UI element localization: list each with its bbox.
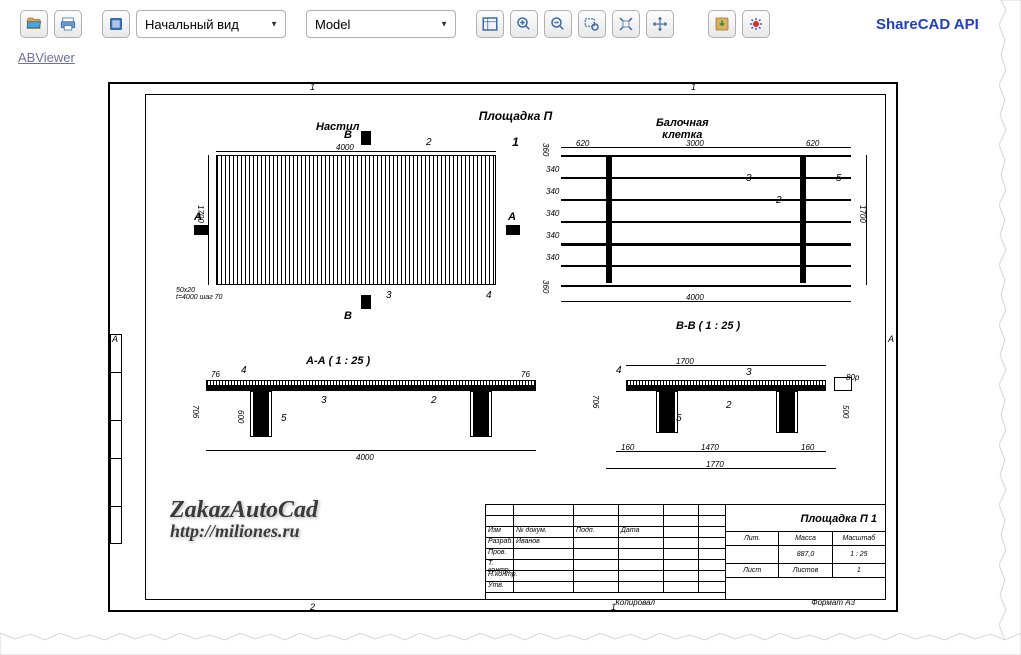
gear-icon — [747, 15, 765, 33]
section-mark-b-bot — [361, 295, 371, 309]
fullscreen-icon — [107, 15, 125, 33]
binding-strip — [110, 334, 122, 564]
fit-icon — [481, 15, 499, 33]
folder-open-icon — [25, 15, 43, 33]
dim-80p: 80р — [846, 373, 859, 382]
mark-a-r: А — [508, 211, 516, 223]
sharecad-api-link[interactable]: ShareCAD API — [876, 16, 979, 33]
layout-select-wrap: Model — [306, 10, 456, 38]
open-button[interactable] — [20, 10, 48, 38]
section-bb — [586, 380, 866, 475]
zoom-window-button[interactable] — [578, 10, 606, 38]
view2-title: Балочная клетка — [656, 117, 709, 141]
section-bb-title: В-В ( 1 : 25 ) — [676, 320, 740, 332]
leader-4-a: 4 — [486, 290, 492, 301]
zoom-out-icon — [549, 15, 567, 33]
drawing-main-title: Площадка П1 — [146, 109, 885, 123]
dim-340-1: 340 — [546, 165, 559, 174]
tb-copied: Копировал — [615, 598, 655, 607]
leader-2-aa: 2 — [431, 395, 437, 406]
save-icon — [713, 15, 731, 33]
view1-title: Настил — [316, 121, 360, 133]
zoom-in-button[interactable] — [510, 10, 538, 38]
dim-340-5: 340 — [546, 253, 559, 262]
dim-706a: 706 — [191, 405, 200, 418]
printer-icon — [59, 15, 77, 33]
leader-2-bb: 2 — [726, 400, 732, 411]
leader-3-a: 3 — [386, 290, 392, 301]
edge-bot-l: 2 — [310, 602, 315, 612]
title-block: Изм№ докум.Подп.Дата Разраб.Иванов Пров.… — [485, 504, 885, 599]
dim-340-2: 340 — [546, 187, 559, 196]
dim-340-4: 340 — [546, 231, 559, 240]
pan-icon — [651, 15, 669, 33]
dim-706b: 706 — [591, 395, 600, 408]
leader-3-b: 3 — [746, 173, 752, 184]
section-mark-a-r — [506, 225, 520, 235]
layout-select[interactable]: Model — [306, 10, 456, 38]
edge-top-r: 1 — [691, 82, 696, 92]
tb-format: Формат A3 — [811, 598, 855, 607]
settings-button[interactable] — [742, 10, 770, 38]
leader-3-bb: 3 — [746, 367, 752, 378]
leader-3-aa: 3 — [321, 395, 327, 406]
dim-600: 600 — [236, 410, 245, 423]
dim-4000aa: 4000 — [356, 453, 374, 462]
abviewer-link[interactable]: ABViewer — [0, 46, 1021, 69]
section-aa-title: А-А ( 1 : 25 ) — [306, 355, 370, 367]
watermark: ZakazAutoCad http://miliones.ru — [170, 498, 318, 540]
edge-right: А — [888, 334, 894, 344]
dim-76r: 76 — [521, 370, 530, 379]
view-select-wrap: Начальный вид — [136, 10, 286, 38]
leader-5-aa: 5 — [281, 413, 287, 424]
dim-1700-left: 1700 — [196, 205, 205, 223]
view-select[interactable]: Начальный вид — [136, 10, 286, 38]
zoom-in-icon — [515, 15, 533, 33]
dim-160r: 160 — [801, 443, 814, 452]
beam-grid — [561, 155, 851, 285]
toolbar: Начальный вид Model ShareCAD API — [0, 0, 1021, 46]
leader-4-aa: 4 — [241, 365, 247, 376]
save-button[interactable] — [708, 10, 736, 38]
leader-5-b: 5 — [836, 173, 842, 184]
leader-4-bb: 4 — [616, 365, 622, 376]
leader-2-b: 2 — [776, 195, 782, 206]
drawing-sheet: 1 1 2 1 А А Площадка П1 Настил Балочная … — [108, 82, 898, 612]
zoom-window-icon — [583, 15, 601, 33]
dim-360t: 360 — [541, 143, 550, 156]
leader-5-bb: 5 — [676, 413, 682, 424]
extents-icon — [617, 15, 635, 33]
torn-edge-bottom — [0, 633, 1021, 655]
dim-500: 500 — [841, 405, 850, 418]
edge-left: А — [112, 334, 118, 344]
torn-edge-right — [999, 0, 1021, 655]
dim-76l: 76 — [211, 370, 220, 379]
zoom-out-button[interactable] — [544, 10, 572, 38]
pan-button[interactable] — [646, 10, 674, 38]
drawing-canvas[interactable]: 1 1 2 1 А А Площадка П1 Настил Балочная … — [18, 74, 998, 634]
dim-note: 50x20 t=4000 шаг 70 — [176, 287, 222, 301]
mark-b-top: В — [344, 129, 352, 141]
mark-b-bot: В — [344, 310, 352, 322]
plan-hatch — [216, 155, 496, 285]
fullscreen-button[interactable] — [102, 10, 130, 38]
dim-360b: 360 — [541, 280, 550, 293]
tb-title: Площадка П 1 — [800, 513, 877, 525]
section-mark-a-l — [194, 225, 208, 235]
fit-button[interactable] — [476, 10, 504, 38]
section-mark-b-top — [361, 131, 371, 145]
leader-2-a: 2 — [426, 137, 432, 148]
zoom-extents-button[interactable] — [612, 10, 640, 38]
print-button[interactable] — [54, 10, 82, 38]
dim-340-3: 340 — [546, 209, 559, 218]
edge-top-l: 1 — [310, 82, 315, 92]
